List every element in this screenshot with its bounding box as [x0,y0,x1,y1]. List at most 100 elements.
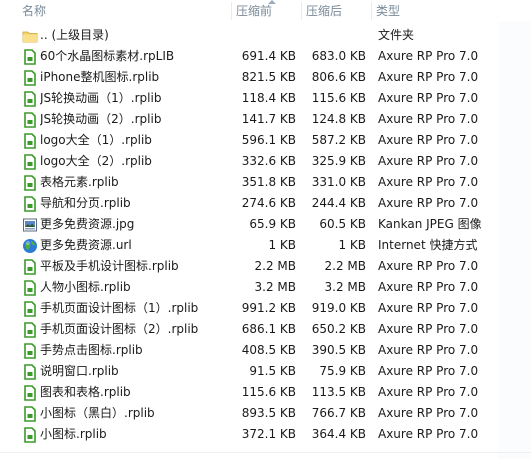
file-size: 91.5 KB [249,364,296,378]
file-compressed-size: 1 KB [338,238,366,252]
column-header-size[interactable]: 压缩前 [232,0,300,22]
rplib-file-icon [22,112,38,128]
file-type: Internet 快捷方式 [378,238,478,252]
file-row[interactable]: logo大全（2）.rplib 332.6 KB 325.9 KB Axure … [0,151,531,172]
file-name: 人物小图标.rplib [40,280,131,294]
rplib-file-icon [22,154,38,170]
file-name: 60个水晶图标素材.rpLIB [40,49,175,63]
file-row[interactable]: 人物小图标.rplib 3.2 MB 3.2 MB Axure RP Pro 7… [0,277,531,298]
file-type: Axure RP Pro 7.0 [378,70,479,84]
file-list-rows: .. (上级目录) 文件夹 60个水晶图标素材.rpLIB 691.4 KB 6… [0,25,531,445]
file-size: 991.2 KB [241,301,296,315]
file-compressed-size: 766.7 KB [311,406,366,420]
file-row[interactable]: .. (上级目录) 文件夹 [0,25,531,46]
file-compressed-size: 244.4 KB [311,196,366,210]
file-type: Axure RP Pro 7.0 [378,175,479,189]
file-name: 平板及手机设计图标.rplib [40,259,179,273]
rplib-file-icon [22,175,38,191]
file-row[interactable]: 更多免费资源.jpg 65.9 KB 60.5 KB Kankan JPEG 图… [0,214,531,235]
archive-file-list: 名称 压缩前 压缩后 类型 .. (上级目录) 文件夹 60个水晶图标素材.rp… [0,0,531,459]
file-name: 图表和表格.rplib [40,385,131,399]
file-compressed-size: 650.2 KB [311,322,366,336]
rplib-file-icon [22,343,38,359]
file-type: Axure RP Pro 7.0 [378,343,479,357]
rplib-file-icon [22,364,38,380]
file-type: Axure RP Pro 7.0 [378,49,479,63]
rplib-file-icon [22,70,38,86]
list-bottom-border [0,452,531,453]
rplib-file-icon [22,385,38,401]
file-compressed-size: 2.2 MB [324,259,366,273]
file-compressed-size: 806.6 KB [311,70,366,84]
rplib-file-icon [22,406,38,422]
file-name: 更多免费资源.url [40,238,132,252]
rplib-file-icon [22,133,38,149]
globe-icon [22,238,38,254]
file-type: Axure RP Pro 7.0 [378,280,479,294]
file-row[interactable]: JS轮换动画（2）.rplib 141.7 KB 124.8 KB Axure … [0,109,531,130]
file-size: 141.7 KB [241,112,296,126]
file-size: 3.2 MB [254,280,296,294]
file-name: 说明窗口.rplib [40,364,119,378]
file-size: 1 KB [268,238,296,252]
file-type: Axure RP Pro 7.0 [378,112,479,126]
file-row[interactable]: iPhone整机图标.rplib 821.5 KB 806.6 KB Axure… [0,67,531,88]
rplib-file-icon [22,301,38,317]
file-row[interactable]: 更多免费资源.url 1 KB 1 KB Internet 快捷方式 [0,235,531,256]
column-header-name[interactable]: 名称 [18,0,230,22]
file-compressed-size: 3.2 MB [324,280,366,294]
file-type: Axure RP Pro 7.0 [378,154,479,168]
file-row[interactable]: 平板及手机设计图标.rplib 2.2 MB 2.2 MB Axure RP P… [0,256,531,277]
file-row[interactable]: 手机页面设计图标（1）.rplib 991.2 KB 919.0 KB Axur… [0,298,531,319]
file-compressed-size: 364.4 KB [311,427,366,441]
file-name: 手势点击图标.rplib [40,343,143,357]
rplib-file-icon [22,427,38,443]
file-name: 手机页面设计图标（1）.rplib [40,301,199,315]
file-name: logo大全（2）.rplib [40,154,152,168]
file-compressed-size: 390.5 KB [311,343,366,357]
file-type: Axure RP Pro 7.0 [378,259,479,273]
column-header-type[interactable]: 类型 [372,0,498,22]
file-size: 821.5 KB [241,70,296,84]
file-size: 372.1 KB [241,427,296,441]
file-type: Axure RP Pro 7.0 [378,427,479,441]
file-type: 文件夹 [378,28,415,42]
file-row[interactable]: 说明窗口.rplib 91.5 KB 75.9 KB Axure RP Pro … [0,361,531,382]
file-compressed-size: 75.9 KB [319,364,366,378]
file-name: 导航和分页.rplib [40,196,131,210]
rplib-file-icon [22,196,38,212]
file-type: Axure RP Pro 7.0 [378,406,479,420]
file-row[interactable]: 手势点击图标.rplib 408.5 KB 390.5 KB Axure RP … [0,340,531,361]
file-size: 332.6 KB [241,154,296,168]
file-row[interactable]: 小图标.rplib 372.1 KB 364.4 KB Axure RP Pro… [0,424,531,445]
folder-icon [22,28,38,44]
file-size [232,25,296,46]
file-size: 351.8 KB [241,175,296,189]
column-header-compressed[interactable]: 压缩后 [302,0,370,22]
file-row[interactable]: 表格元素.rplib 351.8 KB 331.0 KB Axure RP Pr… [0,172,531,193]
rplib-file-icon [22,49,38,65]
file-type: Axure RP Pro 7.0 [378,364,479,378]
file-compressed-size: 331.0 KB [311,175,366,189]
file-compressed-size [304,25,366,46]
file-row[interactable]: JS轮换动画（1）.rplib 118.4 KB 115.6 KB Axure … [0,88,531,109]
file-row[interactable]: 手机页面设计图标（2）.rplib 686.1 KB 650.2 KB Axur… [0,319,531,340]
file-type: Axure RP Pro 7.0 [378,196,479,210]
file-row[interactable]: 图表和表格.rplib 115.6 KB 113.5 KB Axure RP P… [0,382,531,403]
file-row[interactable]: 小图标（黑白）.rplib 893.5 KB 766.7 KB Axure RP… [0,403,531,424]
file-type: Axure RP Pro 7.0 [378,91,479,105]
file-compressed-size: 683.0 KB [311,49,366,63]
file-type: Axure RP Pro 7.0 [378,385,479,399]
file-row[interactable]: 60个水晶图标素材.rpLIB 691.4 KB 683.0 KB Axure … [0,46,531,67]
sort-ascending-icon [268,0,276,4]
file-name: 小图标（黑白）.rplib [40,406,155,420]
file-size: 118.4 KB [241,91,296,105]
file-row[interactable]: logo大全（1）.rplib 596.1 KB 587.2 KB Axure … [0,130,531,151]
rplib-file-icon [22,259,38,275]
rplib-file-icon [22,322,38,338]
file-type: Axure RP Pro 7.0 [378,133,479,147]
file-name: .. (上级目录) [40,28,109,42]
file-name: 更多免费资源.jpg [40,217,135,231]
file-row[interactable]: 导航和分页.rplib 274.6 KB 244.4 KB Axure RP P… [0,193,531,214]
file-compressed-size: 919.0 KB [311,301,366,315]
